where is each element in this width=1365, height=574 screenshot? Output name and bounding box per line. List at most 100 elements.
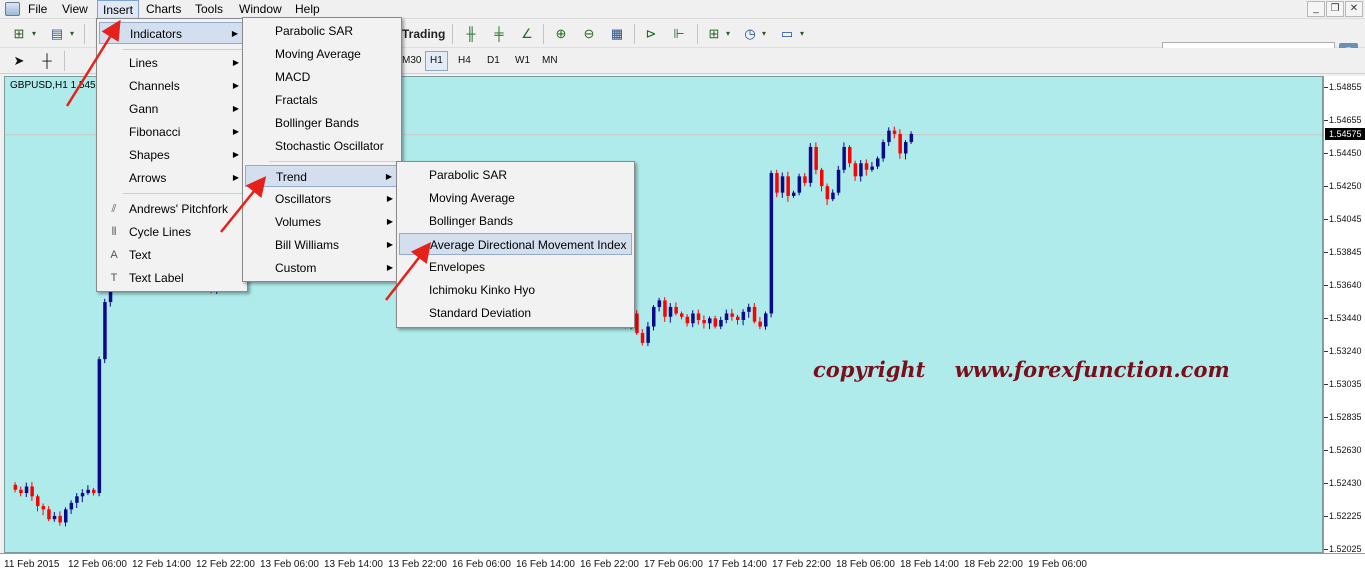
cursor-icon[interactable]: ➤ [8, 50, 30, 72]
time-tick-label: 18 Feb 14:00 [900, 559, 959, 570]
crosshair-icon[interactable]: ┼ [36, 50, 58, 72]
minimize-icon[interactable]: _ [1307, 1, 1325, 17]
candlestick [19, 486, 23, 497]
chevron-down-icon[interactable]: ▾ [722, 23, 734, 45]
app-icon[interactable] [5, 2, 20, 16]
indicators-menu-item-bill-williams[interactable]: Bill Williams ▶ [245, 234, 399, 256]
candlestick [685, 314, 690, 327]
candle-body [904, 142, 908, 154]
trend-menu-item-ichimoku-kinko-hyo[interactable]: Ichimoku Kinko Hyo [399, 279, 632, 301]
candlestick [898, 129, 902, 159]
chevron-down-icon[interactable]: ▾ [28, 23, 40, 45]
trend-menu-item-standard-deviation[interactable]: Standard Deviation [399, 302, 632, 324]
menu-view[interactable]: View [57, 0, 93, 19]
insert-menu-item-gann[interactable]: Gann ▶ [99, 98, 245, 120]
chevron-right-icon: ▶ [386, 194, 393, 203]
candle-body [75, 496, 79, 503]
candle-body [41, 506, 46, 510]
insert-menu-item-fibonacci[interactable]: Fibonacci ▶ [99, 121, 245, 143]
new-chart-icon[interactable]: ⊞ [8, 23, 30, 45]
templates-icon[interactable]: ▭ [776, 23, 798, 45]
insert-menu-item-andrews-pitchfork[interactable]: ⫽ Andrews' Pitchfork [99, 198, 245, 220]
candle-body [820, 169, 824, 187]
candle-body [775, 173, 779, 193]
menu-charts[interactable]: Charts [141, 0, 186, 19]
trend-menu-item-parabolic-sar[interactable]: Parabolic SAR [399, 164, 632, 186]
indicators-menu-item-macd[interactable]: MACD [245, 66, 399, 88]
candle-body [702, 320, 706, 324]
close-icon[interactable]: ✕ [1345, 1, 1363, 17]
insert-menu-item-lines[interactable]: Lines ▶ [99, 52, 245, 74]
bar-chart-icon[interactable]: ╫ [460, 23, 482, 45]
menu-tools[interactable]: Tools [190, 0, 228, 19]
text-icon: A [110, 249, 118, 261]
insert-menu-item-shapes[interactable]: Shapes ▶ [99, 144, 245, 166]
indicators-menu-item-trend[interactable]: Trend ▶ [245, 165, 399, 187]
timeframe-mn[interactable]: MN [537, 51, 563, 71]
indicators-menu-item-custom[interactable]: Custom ▶ [245, 257, 399, 279]
insert-menu-item-cycle-lines[interactable]: ⦀ Cycle Lines [99, 221, 245, 243]
time-tick-label: 13 Feb 06:00 [260, 559, 319, 570]
toolbar-divider [84, 24, 85, 44]
indicators-menu-item-moving-average[interactable]: Moving Average [245, 43, 399, 65]
chevron-down-icon[interactable]: ▾ [758, 23, 770, 45]
indicators-menu-item-oscillators[interactable]: Oscillators ▶ [245, 188, 399, 210]
insert-menu-item-text[interactable]: A Text [99, 244, 245, 266]
insert-menu: Indicators ▶ Lines ▶ Channels ▶ Gann ▶ Fibonacci… [96, 18, 248, 292]
price-tick-label: 1.52430 [1324, 478, 1365, 488]
chevron-right-icon: ▶ [232, 58, 239, 67]
autotrading-button[interactable]: Trading [402, 23, 445, 45]
menu-insert[interactable]: Insert [97, 0, 140, 19]
insert-menu-item-text-label[interactable]: T Text Label [99, 267, 245, 289]
time-tick-label: 17 Feb 14:00 [708, 559, 767, 570]
candlestick [36, 494, 40, 512]
candle-body [47, 509, 51, 520]
restore-icon[interactable]: ❐ [1326, 1, 1344, 17]
candlestick-chart-icon[interactable]: ╪ [488, 23, 510, 45]
menu-item-label: Bollinger Bands [429, 214, 514, 228]
chevron-down-icon[interactable]: ▾ [796, 23, 808, 45]
autoscroll-icon[interactable]: ⊳ [640, 23, 662, 45]
candle-body [640, 333, 645, 343]
chevron-right-icon: ▶ [232, 81, 239, 90]
candle-body [635, 313, 639, 334]
indicators-menu-item-parabolic-sar[interactable]: Parabolic SAR [245, 20, 399, 42]
zoom-in-icon[interactable]: ⊕ [550, 23, 572, 45]
trend-menu-item-envelopes[interactable]: Envelopes [399, 256, 632, 278]
candle-body [803, 176, 807, 183]
line-chart-icon[interactable]: ∠ [516, 23, 538, 45]
candlestick [831, 189, 835, 202]
tile-windows-icon[interactable]: ▦ [606, 23, 628, 45]
trend-menu-item-average-directional-movement-index[interactable]: Average Directional Movement Index [399, 233, 632, 255]
insert-menu-item-indicators[interactable]: Indicators ▶ [99, 22, 245, 44]
menu-file[interactable]: File [23, 0, 52, 19]
menu-bar: File View Insert Charts Tools Window Hel… [0, 0, 1365, 19]
chevron-down-icon[interactable]: ▾ [66, 23, 78, 45]
candle-body [853, 163, 858, 177]
trend-menu-item-bollinger-bands[interactable]: Bollinger Bands [399, 210, 632, 232]
menu-item-label: Stochastic Oscillator [275, 139, 384, 153]
price-tick-label: 1.54655 [1324, 115, 1365, 125]
indicators-menu-item-fractals[interactable]: Fractals [245, 89, 399, 111]
menu-item-label: Moving Average [275, 47, 361, 61]
menu-item-label: Shapes [129, 148, 170, 162]
timeframe-h1[interactable]: H1 [425, 51, 448, 71]
zoom-out-icon[interactable]: ⊖ [578, 23, 600, 45]
candlestick [30, 481, 34, 501]
chart-shift-icon[interactable]: ⊩ [668, 23, 690, 45]
insert-menu-item-arrows[interactable]: Arrows ▶ [99, 167, 245, 189]
trend-menu-item-moving-average[interactable]: Moving Average [399, 187, 632, 209]
timeframe-w1[interactable]: W1 [510, 51, 535, 71]
profiles-icon[interactable]: ▤ [46, 23, 68, 45]
insert-menu-item-channels[interactable]: Channels ▶ [99, 75, 245, 97]
candlestick [909, 131, 914, 145]
price-tick-label: 1.53845 [1324, 247, 1365, 257]
timeframe-h4[interactable]: H4 [453, 51, 476, 71]
indicators-menu-item-stochastic-oscillator[interactable]: Stochastic Oscillator [245, 135, 399, 157]
candlestick [881, 139, 886, 162]
indicators-menu-item-volumes[interactable]: Volumes ▶ [245, 211, 399, 233]
indicators-menu-item-bollinger-bands[interactable]: Bollinger Bands [245, 112, 399, 134]
menu-item-label: Bill Williams [275, 238, 339, 252]
timeframe-d1[interactable]: D1 [482, 51, 505, 71]
trend-submenu: Parabolic SAR Moving Average Bollinger Ban… [396, 161, 635, 328]
